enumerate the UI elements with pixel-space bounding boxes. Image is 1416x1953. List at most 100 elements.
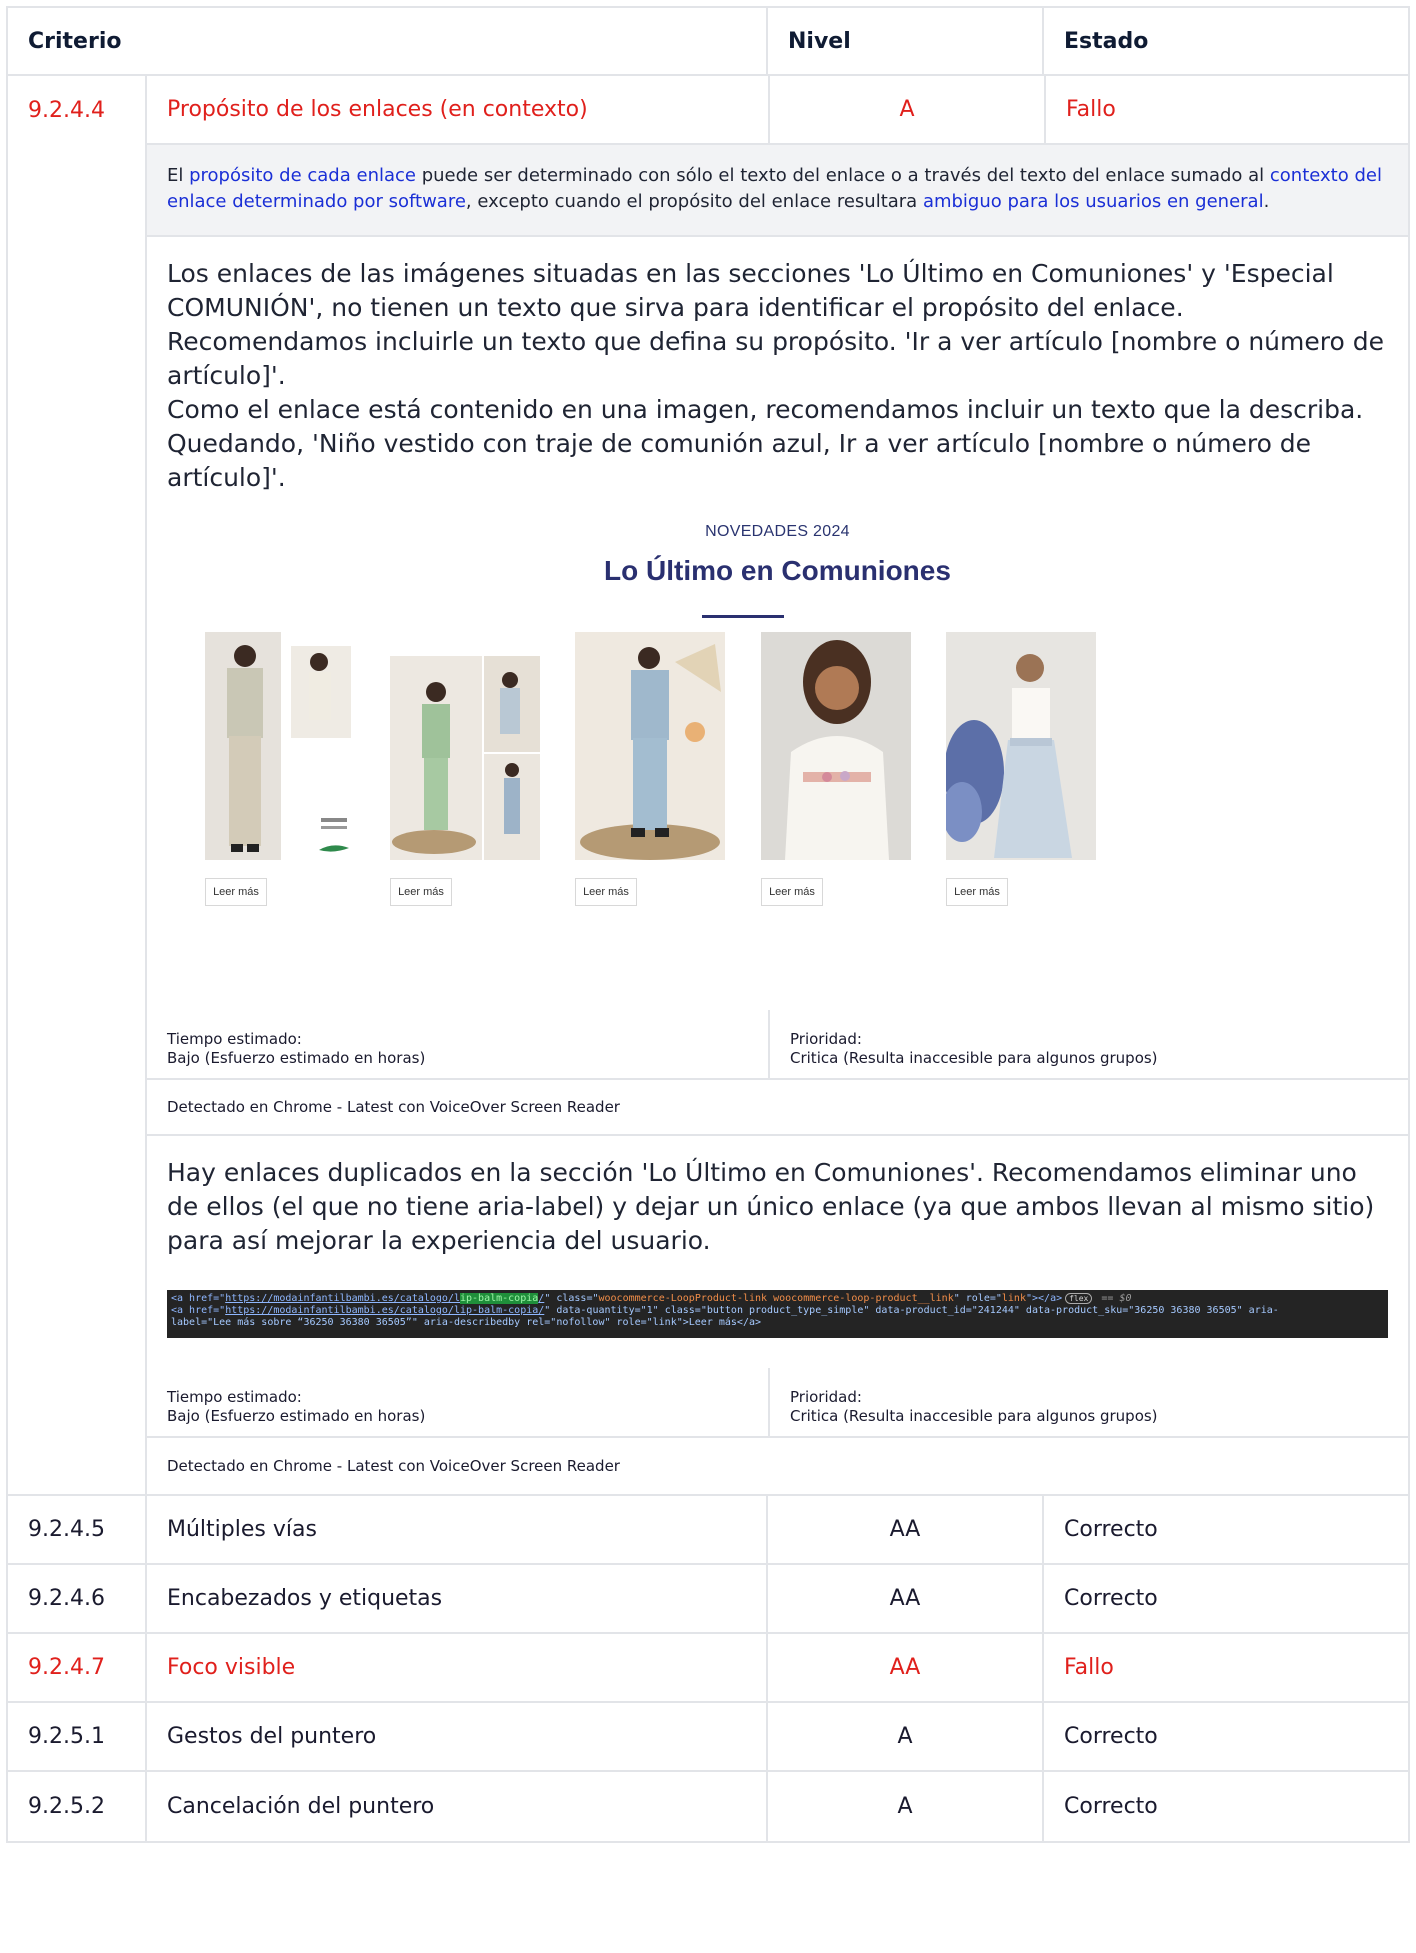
product-image[interactable] xyxy=(390,632,540,860)
finding-paragraph: Recomendamos incluirle un texto que defi… xyxy=(167,327,1384,390)
criterion-id: 9.2.4.4 xyxy=(28,98,105,123)
code-value: woocommerce-LoopProduct-link woocommerce… xyxy=(598,1293,954,1304)
product-image[interactable] xyxy=(575,632,725,860)
time-label: Tiempo estimado: xyxy=(167,1388,302,1406)
link-proposito[interactable]: propósito de cada enlace xyxy=(189,165,416,186)
row-level: A xyxy=(766,1703,1042,1770)
priority-label: Prioridad: xyxy=(790,1388,862,1406)
desc-text: El xyxy=(167,165,190,186)
row-level: AA xyxy=(766,1565,1042,1632)
criterion-name: Propósito de los enlaces (en contexto) xyxy=(167,97,588,122)
product-card: Leer más xyxy=(575,632,725,906)
code-token: " role=" xyxy=(953,1293,1002,1304)
criterion-description: El propósito de cada enlace puede ser de… xyxy=(147,145,1408,237)
evidence-screenshot: NOVEDADES 2024 Lo Último en Comuniones L… xyxy=(147,495,1408,1010)
row-name: Gestos del puntero xyxy=(145,1703,766,1770)
code-highlight: ip-balm-copia xyxy=(460,1293,539,1304)
code-token: " class=" xyxy=(544,1293,599,1304)
criterion-level: A xyxy=(768,76,1044,143)
priority: Prioridad: Critica (Resulta inaccesible … xyxy=(768,1010,1408,1078)
product-image[interactable] xyxy=(946,632,1096,860)
time-value: Bajo (Esfuerzo estimado en horas) xyxy=(167,1407,426,1425)
criterion-details: Propósito de los enlaces (en contexto) A… xyxy=(145,76,1408,1494)
criterion-summary-row: Propósito de los enlaces (en contexto) A… xyxy=(147,76,1408,145)
meta-row: Tiempo estimado: Bajo (Esfuerzo estimado… xyxy=(147,1368,1408,1438)
table-row[interactable]: 9.2.5.2 Cancelación del puntero A Correc… xyxy=(8,1772,1408,1841)
row-status: Correcto xyxy=(1042,1703,1408,1770)
table-header: Criterio Nivel Estado xyxy=(8,8,1408,76)
priority: Prioridad: Critica (Resulta inaccesible … xyxy=(768,1368,1408,1436)
code-token: <a href=" xyxy=(171,1293,226,1304)
code-token: label="Lee más sobre “36250 36380 36505”… xyxy=(171,1317,762,1328)
shot-subtitle: NOVEDADES 2024 xyxy=(705,523,850,540)
row-name: Foco visible xyxy=(145,1634,766,1701)
detected-in: Detectado en Chrome - Latest con VoiceOv… xyxy=(147,1080,1408,1136)
criterion-id-cell: 9.2.4.4 xyxy=(8,76,145,1494)
row-id: 9.2.4.6 xyxy=(28,1586,105,1611)
header-criterio: Criterio xyxy=(28,28,122,54)
row-name: Cancelación del puntero xyxy=(145,1772,766,1841)
priority-value: Critica (Resulta inaccesible para alguno… xyxy=(790,1407,1158,1425)
product-image[interactable] xyxy=(761,632,911,860)
row-status: Correcto xyxy=(1042,1772,1408,1841)
row-name: Múltiples vías xyxy=(145,1496,766,1563)
meta-row: Tiempo estimado: Bajo (Esfuerzo estimado… xyxy=(147,1010,1408,1080)
shot-title: Lo Último en Comuniones xyxy=(604,555,951,586)
row-status: Correcto xyxy=(1042,1496,1408,1563)
product-image[interactable] xyxy=(205,632,355,860)
code-token: <a href=" xyxy=(171,1305,226,1316)
time-value: Bajo (Esfuerzo estimado en horas) xyxy=(167,1049,426,1067)
criterion-status: Fallo xyxy=(1044,76,1408,143)
code-token: "></a> xyxy=(1025,1293,1063,1304)
time-estimate: Tiempo estimado: Bajo (Esfuerzo estimado… xyxy=(147,1010,768,1078)
detected-in: Detectado en Chrome - Latest con VoiceOv… xyxy=(167,1457,620,1475)
time-estimate: Tiempo estimado: Bajo (Esfuerzo estimado… xyxy=(147,1368,768,1436)
flex-badge: flex xyxy=(1065,1293,1093,1304)
row-id: 9.2.4.5 xyxy=(28,1517,105,1542)
finding-text-2: Hay enlaces duplicados en la sección 'Lo… xyxy=(167,1158,1375,1255)
link-ambiguo[interactable]: ambiguo para los usuarios en general xyxy=(923,191,1264,212)
row-id: 9.2.4.7 xyxy=(28,1655,105,1680)
priority-value: Critica (Resulta inaccesible para alguno… xyxy=(790,1049,1158,1067)
row-id: 9.2.5.2 xyxy=(28,1794,105,1819)
read-more-button[interactable]: Leer más xyxy=(575,878,637,906)
criterion-expanded: 9.2.4.4 Propósito de los enlaces (en con… xyxy=(8,76,1408,1496)
row-level: AA xyxy=(766,1634,1042,1701)
header-nivel: Nivel xyxy=(766,8,1042,74)
row-level: AA xyxy=(766,1496,1042,1563)
row-status: Fallo xyxy=(1042,1634,1408,1701)
read-more-button[interactable]: Leer más xyxy=(946,878,1008,906)
table-row[interactable]: 9.2.5.1 Gestos del puntero A Correcto xyxy=(8,1703,1408,1772)
table-row[interactable]: 9.2.4.7 Foco visible AA Fallo xyxy=(8,1634,1408,1703)
code-token: " data-quantity="1" class="button produc… xyxy=(544,1305,1279,1316)
product-card: Leer más xyxy=(390,632,540,906)
code-url: https://modainfantilbambi.es/catalogo/li… xyxy=(225,1305,545,1316)
row-name: Encabezados y etiquetas xyxy=(145,1565,766,1632)
criteria-table: Criterio Nivel Estado 9.2.4.4 Propósito … xyxy=(6,6,1410,1843)
code-value: link xyxy=(1001,1293,1026,1304)
row-level: A xyxy=(766,1772,1042,1841)
desc-text: , excepto cuando el propósito del enlace… xyxy=(465,191,923,212)
product-card: Leer más xyxy=(761,632,911,906)
code-evidence: <a href="https://modainfantilbambi.es/ca… xyxy=(147,1288,1408,1368)
product-card: Leer más xyxy=(946,632,1096,906)
read-more-button[interactable]: Leer más xyxy=(390,878,452,906)
priority-label: Prioridad: xyxy=(790,1030,862,1048)
table-row[interactable]: 9.2.4.5 Múltiples vías AA Correcto xyxy=(8,1496,1408,1565)
read-more-button[interactable]: Leer más xyxy=(761,878,823,906)
time-label: Tiempo estimado: xyxy=(167,1030,302,1048)
product-card: Leer más xyxy=(205,632,355,906)
table-row[interactable]: 9.2.4.6 Encabezados y etiquetas AA Corre… xyxy=(8,1565,1408,1634)
desc-text: . xyxy=(1263,191,1270,212)
finding-text: Los enlaces de las imágenes situadas en … xyxy=(147,237,1408,495)
desc-text: puede ser determinado con sólo el texto … xyxy=(415,165,1270,186)
code-token: == $0 xyxy=(1095,1293,1132,1304)
code-url: https://modainfantilbambi.es/catalogo/l xyxy=(225,1293,460,1304)
header-estado: Estado xyxy=(1042,8,1408,74)
finding-paragraph: Los enlaces de las imágenes situadas en … xyxy=(167,259,1334,322)
finding-paragraph: Como el enlace está contenido en una ima… xyxy=(167,395,1364,492)
criteria-rows: 9.2.4.5 Múltiples vías AA Correcto 9.2.4… xyxy=(8,1496,1408,1841)
code-snippet: <a href="https://modainfantilbambi.es/ca… xyxy=(167,1290,1388,1338)
read-more-button[interactable]: Leer más xyxy=(205,878,267,906)
shot-divider xyxy=(702,615,784,618)
